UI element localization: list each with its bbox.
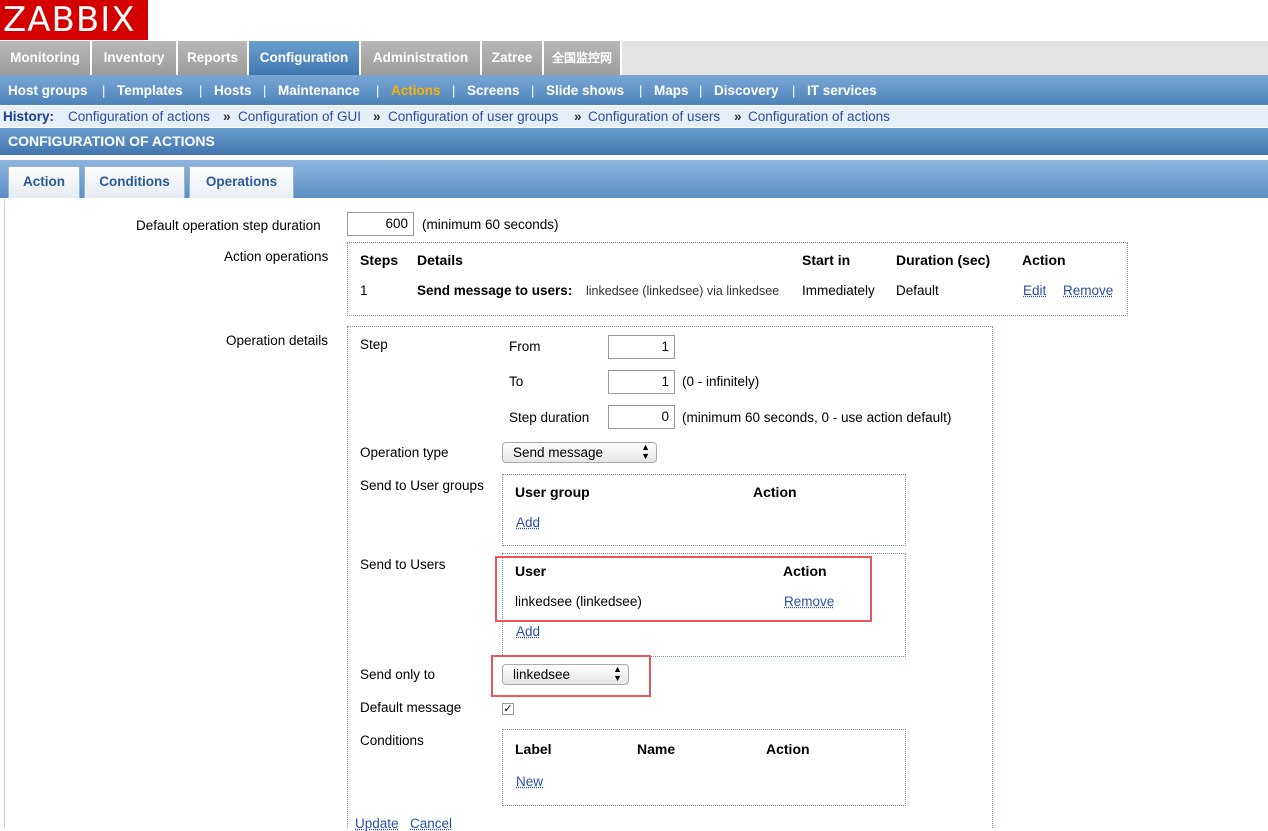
submenu-templates[interactable]: Templates: [117, 75, 183, 105]
menu-monitoring[interactable]: Monitoring: [0, 41, 92, 75]
conditions-label: Conditions: [360, 733, 424, 748]
cancel-link[interactable]: Cancel: [410, 816, 452, 831]
default-message-label: Default message: [360, 700, 462, 715]
send-only-to-label: Send only to: [360, 667, 436, 682]
col-group-action: Action: [753, 484, 797, 500]
send-to-groups-label: Send to User groups: [360, 478, 484, 493]
main-menu: Monitoring Inventory Reports Configurati…: [0, 41, 1268, 75]
menu-inventory[interactable]: Inventory: [92, 41, 178, 75]
history-bar: History: Configuration of actions » Conf…: [0, 106, 1268, 127]
highlight-users-box: [495, 556, 872, 622]
user-groups-table: User group Action Add: [502, 474, 906, 546]
history-link[interactable]: Configuration of actions: [748, 106, 890, 128]
submenu-screens[interactable]: Screens: [467, 75, 520, 105]
zabbix-logo[interactable]: ZABBIX: [0, 0, 148, 40]
add-user-link[interactable]: Add: [516, 624, 540, 639]
submenu-maps[interactable]: Maps: [654, 75, 689, 105]
col-action: Action: [1022, 252, 1066, 268]
submenu-host-groups[interactable]: Host groups: [8, 75, 88, 105]
op-start-in: Immediately: [802, 283, 875, 298]
highlight-send-only-box: [491, 655, 651, 697]
action-operations-label: Action operations: [224, 249, 329, 264]
op-remove-link[interactable]: Remove: [1063, 283, 1113, 298]
default-message-checkbox[interactable]: ✓: [502, 703, 514, 715]
operation-details-label: Operation details: [226, 333, 329, 348]
operations-table: Steps Details Start in Duration (sec) Ac…: [347, 242, 1128, 316]
menu-national-monitoring[interactable]: 全国监控网: [544, 41, 622, 75]
history-label: History:: [3, 109, 55, 124]
tabs-bar: Action Conditions Operations: [0, 160, 1268, 198]
tab-conditions[interactable]: Conditions: [84, 166, 185, 198]
col-steps: Steps: [360, 252, 399, 268]
default-step-duration-input[interactable]: 600: [347, 212, 414, 236]
submenu-it-services[interactable]: IT services: [807, 75, 877, 105]
col-user-group: User group: [515, 484, 590, 500]
from-input[interactable]: 1: [608, 335, 675, 359]
submenu-discovery[interactable]: Discovery: [714, 75, 779, 105]
page-title: CONFIGURATION OF ACTIONS: [0, 128, 1268, 155]
to-hint: (0 - infinitely): [682, 374, 760, 389]
col-condition-action: Action: [766, 741, 810, 757]
history-link[interactable]: Configuration of GUI: [238, 106, 361, 128]
history-link[interactable]: Configuration of user groups: [388, 106, 558, 128]
submenu-maintenance[interactable]: Maintenance: [278, 75, 360, 105]
col-details: Details: [417, 252, 463, 268]
step-duration-label: Step duration: [509, 410, 590, 425]
submenu-actions[interactable]: Actions: [391, 75, 441, 105]
to-label: To: [509, 374, 524, 389]
menu-administration[interactable]: Administration: [361, 41, 482, 75]
submenu-hosts[interactable]: Hosts: [214, 75, 252, 105]
update-link[interactable]: Update: [355, 816, 399, 831]
sub-menu: Host groups | Templates | Hosts | Mainte…: [0, 75, 1268, 105]
default-step-duration-label: Default operation step duration: [136, 218, 321, 233]
col-start-in: Start in: [802, 252, 851, 268]
add-user-group-link[interactable]: Add: [516, 515, 540, 530]
new-condition-link[interactable]: New: [516, 774, 543, 789]
operation-type-value: Send message: [513, 445, 604, 460]
tab-action[interactable]: Action: [8, 166, 80, 198]
menu-zatree[interactable]: Zatree: [482, 41, 544, 75]
from-label: From: [509, 339, 541, 354]
op-details-bold: Send message to users:: [417, 283, 573, 298]
op-details-text: linkedsee (linkedsee) via linkedsee: [586, 284, 780, 298]
col-duration: Duration (sec): [896, 252, 991, 268]
menu-reports[interactable]: Reports: [178, 41, 249, 75]
step-duration-input[interactable]: 0: [608, 405, 675, 429]
conditions-table: Label Name Action New: [502, 729, 906, 806]
operation-type-label: Operation type: [360, 445, 449, 460]
history-link[interactable]: Configuration of users: [588, 106, 720, 128]
col-name: Name: [637, 741, 676, 757]
operation-type-select[interactable]: Send message ▲ ▼: [502, 442, 657, 463]
history-link[interactable]: Configuration of actions: [68, 106, 210, 128]
op-edit-link[interactable]: Edit: [1023, 283, 1046, 298]
col-label: Label: [515, 741, 552, 757]
submenu-slide-shows[interactable]: Slide shows: [546, 75, 624, 105]
tab-operations[interactable]: Operations: [189, 166, 294, 198]
op-duration: Default: [896, 283, 939, 298]
step-duration-hint: (minimum 60 seconds, 0 - use action defa…: [682, 410, 952, 425]
select-arrows-icon: ▲ ▼: [641, 442, 650, 461]
send-to-users-label: Send to Users: [360, 557, 446, 572]
menu-configuration[interactable]: Configuration: [249, 41, 361, 75]
default-step-duration-hint: (minimum 60 seconds): [422, 217, 559, 232]
to-input[interactable]: 1: [608, 370, 675, 394]
step-label: Step: [360, 337, 388, 352]
op-step: 1: [360, 283, 368, 298]
